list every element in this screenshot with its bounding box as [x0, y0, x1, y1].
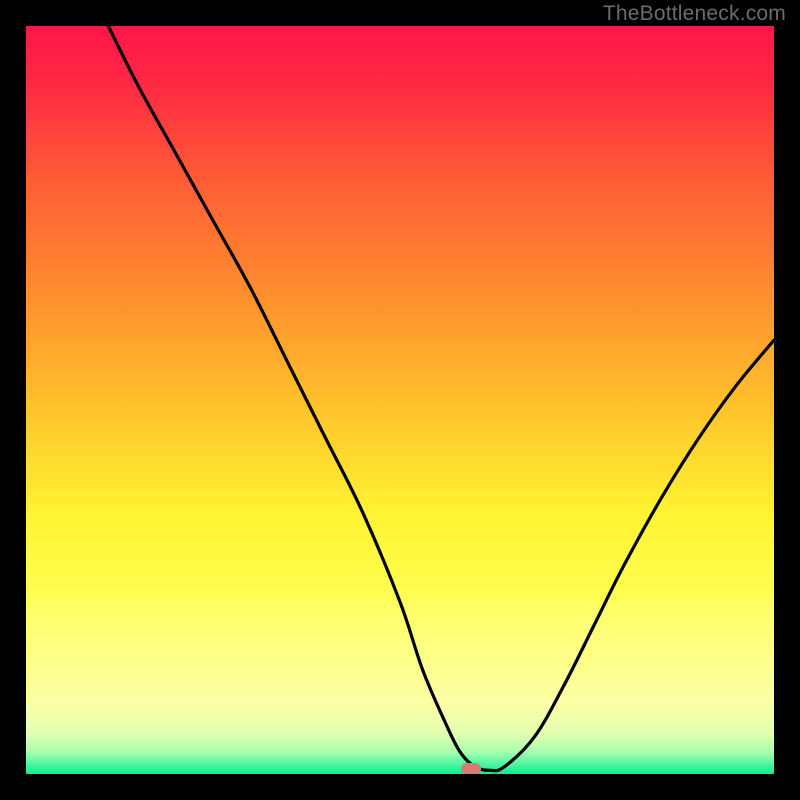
watermark-text: TheBottleneck.com: [603, 2, 786, 26]
chart-frame: TheBottleneck.com: [0, 0, 800, 800]
bottleneck-curve: [26, 26, 774, 774]
plot-area: [26, 26, 774, 774]
bottleneck-marker: [461, 763, 481, 774]
